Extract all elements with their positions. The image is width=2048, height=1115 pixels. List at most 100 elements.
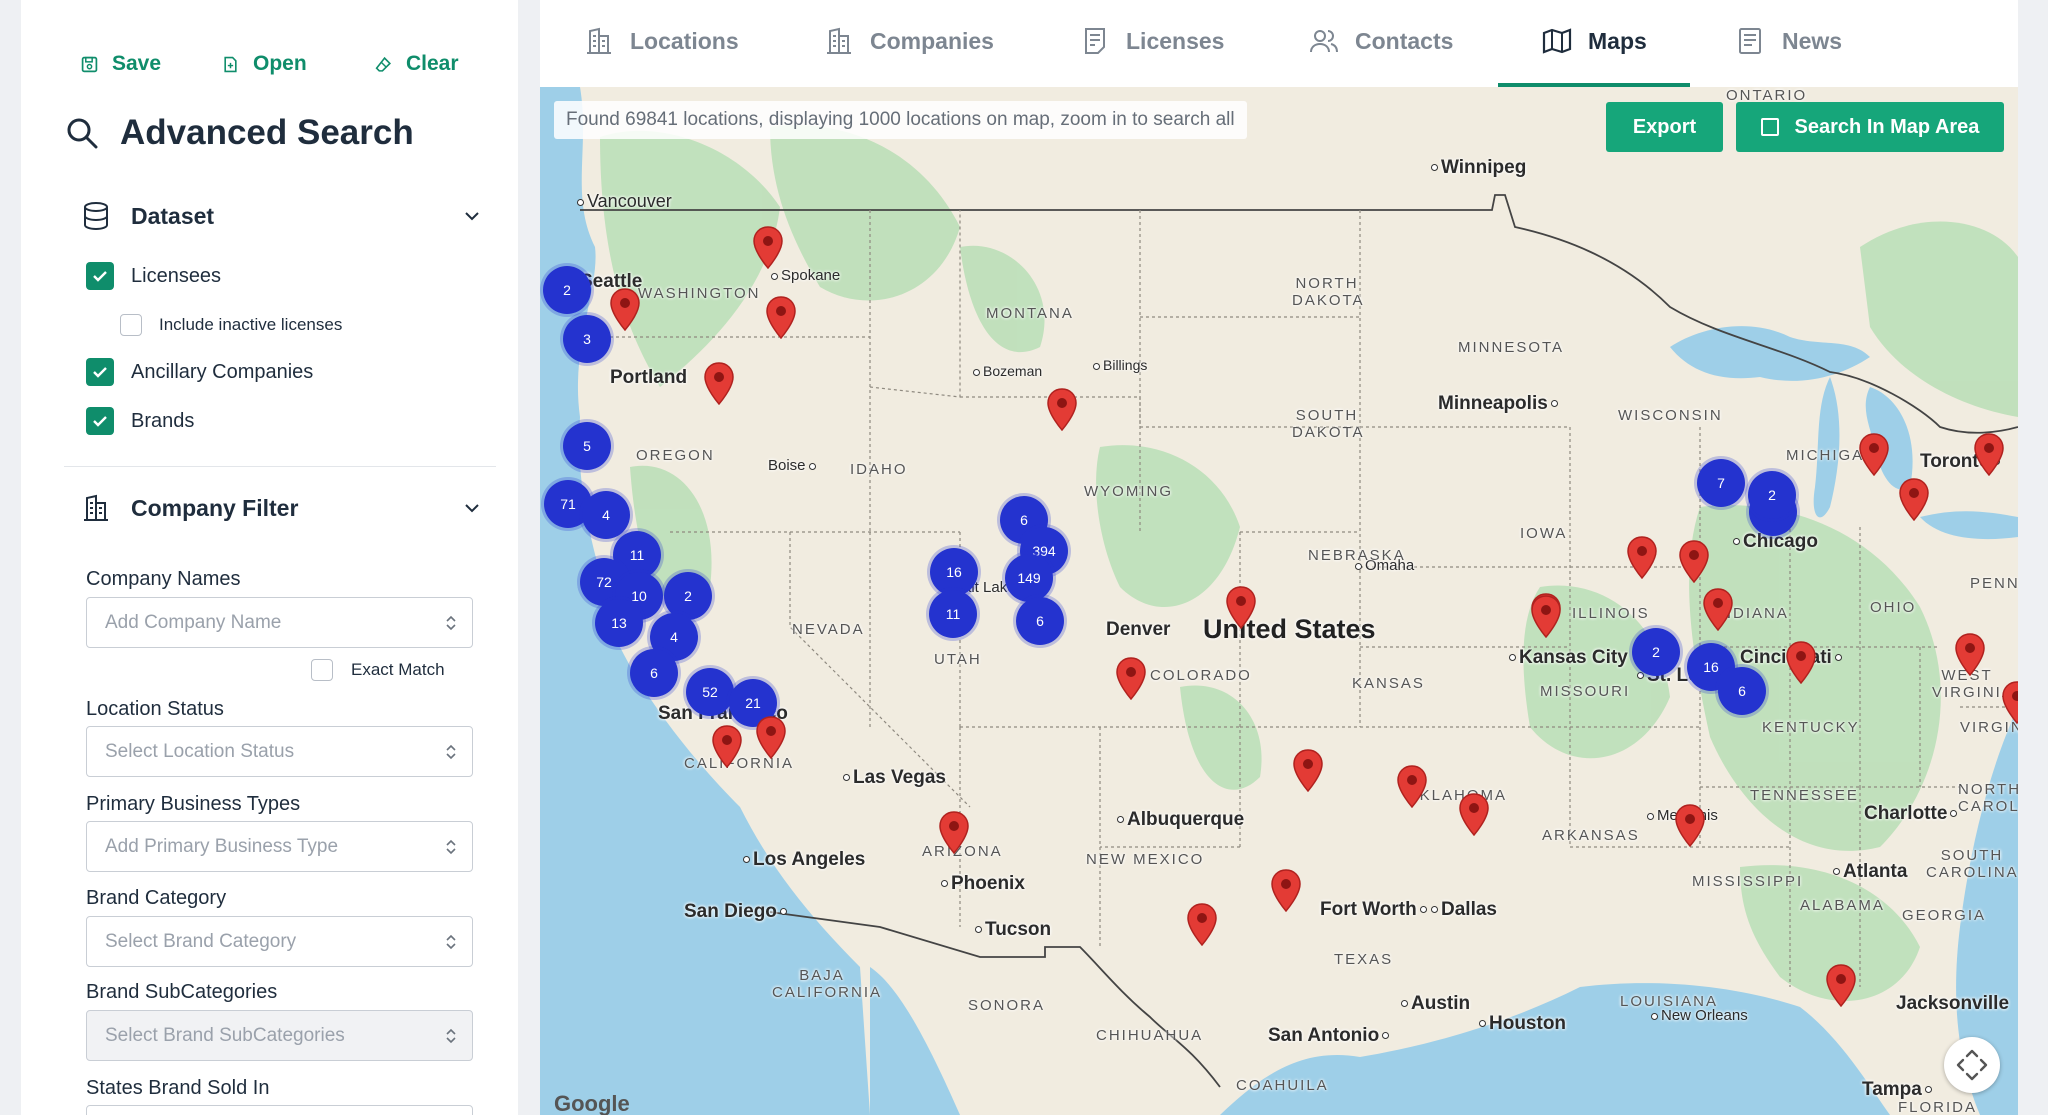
location-pin[interactable] [755,716,787,760]
up-down-icon [446,615,456,631]
location-pin[interactable] [1225,586,1257,630]
cluster-marker[interactable]: 52 [686,668,734,716]
inactive-checkbox[interactable] [120,314,142,336]
cluster-marker[interactable]: 5 [563,422,611,470]
cluster-marker[interactable]: 11 [929,590,977,638]
cluster-marker[interactable]: 7 [1697,459,1745,507]
location-pin[interactable] [711,725,743,769]
location-pin[interactable] [1678,540,1710,584]
cluster-marker[interactable]: 6 [1016,597,1064,645]
cluster-marker[interactable]: 149 [1005,554,1053,602]
map-pin-icon [1293,749,1323,793]
city-dot [941,880,948,888]
save-button[interactable]: Save [81,52,161,76]
fullscreen-button[interactable] [1944,1037,2000,1093]
city-dot [1431,164,1438,172]
brands-checkbox-row[interactable]: Brands [86,407,194,435]
cluster-marker[interactable]: 2 [1632,628,1680,676]
cluster-marker[interactable]: 4 [582,491,630,539]
location-pin[interactable] [752,226,784,270]
location-pin[interactable] [1292,749,1324,793]
location-pin[interactable] [1626,536,1658,580]
map-pin-icon [1116,657,1146,701]
search-in-map-area-button[interactable]: Search In Map Area [1736,102,2004,152]
cluster-marker[interactable]: 16 [930,548,978,596]
state-label: IDAHO [850,461,908,478]
location-pin[interactable] [1702,588,1734,632]
checkbox-icon [1760,118,1779,136]
cluster-marker[interactable]: 6 [1718,667,1766,715]
ancillary-checkbox[interactable] [86,358,114,386]
city-label-denver: Denver [1106,619,1170,641]
location-pin[interactable] [1825,964,1857,1008]
location-pin[interactable] [1898,478,1930,522]
city-label-albuquerque: Albuquerque [1114,809,1244,831]
cluster-marker[interactable]: 3 [563,315,611,363]
tab-companies[interactable]: Companies [824,26,994,56]
location-pin[interactable] [1115,657,1147,701]
location-pin[interactable] [1858,433,1890,477]
location-pin[interactable] [1046,388,1078,432]
ancillary-checkbox-row[interactable]: Ancillary Companies [86,358,313,386]
city-label-tampa: Tampa [1862,1079,1935,1101]
cluster-marker[interactable]: 2 [1748,471,1796,519]
city-dot [1924,1086,1932,1094]
search-icon [67,118,98,149]
brands-checkbox[interactable] [86,407,114,435]
cluster-marker[interactable]: 2 [543,266,591,314]
location-pin[interactable] [1674,804,1706,848]
tab-contacts[interactable]: Contacts [1309,26,1453,56]
export-button[interactable]: Export [1606,102,1723,152]
tab-licenses[interactable]: Licenses [1080,26,1224,56]
licensees-checkbox[interactable] [86,262,114,290]
open-button[interactable]: Open [222,52,307,76]
company-filter-toggle[interactable]: Company Filter [81,493,481,523]
location-pin[interactable] [1973,433,2005,477]
tab-locations[interactable]: Locations [584,26,739,56]
map-view[interactable]: Vancouver Winnipeg Spokane Portland Boze… [540,87,2018,1115]
state-label: WISCONSIN [1618,407,1723,424]
open-label: Open [253,52,307,75]
tab-news[interactable]: News [1736,26,1842,56]
chevron-down-icon [465,504,479,513]
location-pin[interactable] [1186,903,1218,947]
map-pin-icon [712,725,742,769]
brand-subcategories-label: Brand SubCategories [86,981,278,1003]
map-pin-icon [610,288,640,332]
location-pin[interactable] [1530,595,1562,639]
location-pin[interactable] [1954,633,1986,677]
city-name: Las Vegas [853,767,946,788]
location-pin[interactable] [1396,765,1428,809]
brand-subcategories-select[interactable]: Select Brand SubCategories [86,1010,473,1061]
location-pin[interactable] [2001,681,2018,725]
inactive-checkbox-row[interactable]: Include inactive licenses [120,314,342,336]
location-pin[interactable] [1458,793,1490,837]
cluster-marker[interactable]: 6 [630,649,678,697]
location-pin[interactable] [765,296,797,340]
location-pin[interactable] [1785,641,1817,685]
states-sold-select[interactable] [86,1105,473,1115]
location-pin[interactable] [938,811,970,855]
company-names-select[interactable]: Add Company Name [86,597,473,648]
location-pin[interactable] [609,288,641,332]
city-dot [1651,1012,1658,1020]
location-pin[interactable] [1270,869,1302,913]
exact-match-checkbox[interactable] [311,659,333,681]
licensees-checkbox-row[interactable]: Licensees [86,262,221,290]
brand-category-label: Brand Category [86,887,227,909]
brand-category-select[interactable]: Select Brand Category [86,916,473,967]
cluster-marker[interactable]: 13 [595,599,643,647]
news-icon [1739,28,1761,54]
map-pin-icon [1187,903,1217,947]
dataset-section-toggle[interactable]: Dataset [81,201,481,231]
location-pin[interactable] [703,362,735,406]
tab-maps[interactable]: Maps [1542,26,1647,56]
location-status-select[interactable]: Select Location Status [86,726,473,777]
exact-match-row[interactable]: Exact Match [311,659,445,681]
clear-button[interactable]: Clear [375,52,495,76]
page-title: Advanced Search [66,113,414,153]
state-label: KENTUCKY [1762,719,1860,736]
city-label-san-antonio: San Antonio [1268,1025,1392,1047]
primary-business-select[interactable]: Add Primary Business Type [86,821,473,872]
state-label: NEVADA [792,621,865,638]
